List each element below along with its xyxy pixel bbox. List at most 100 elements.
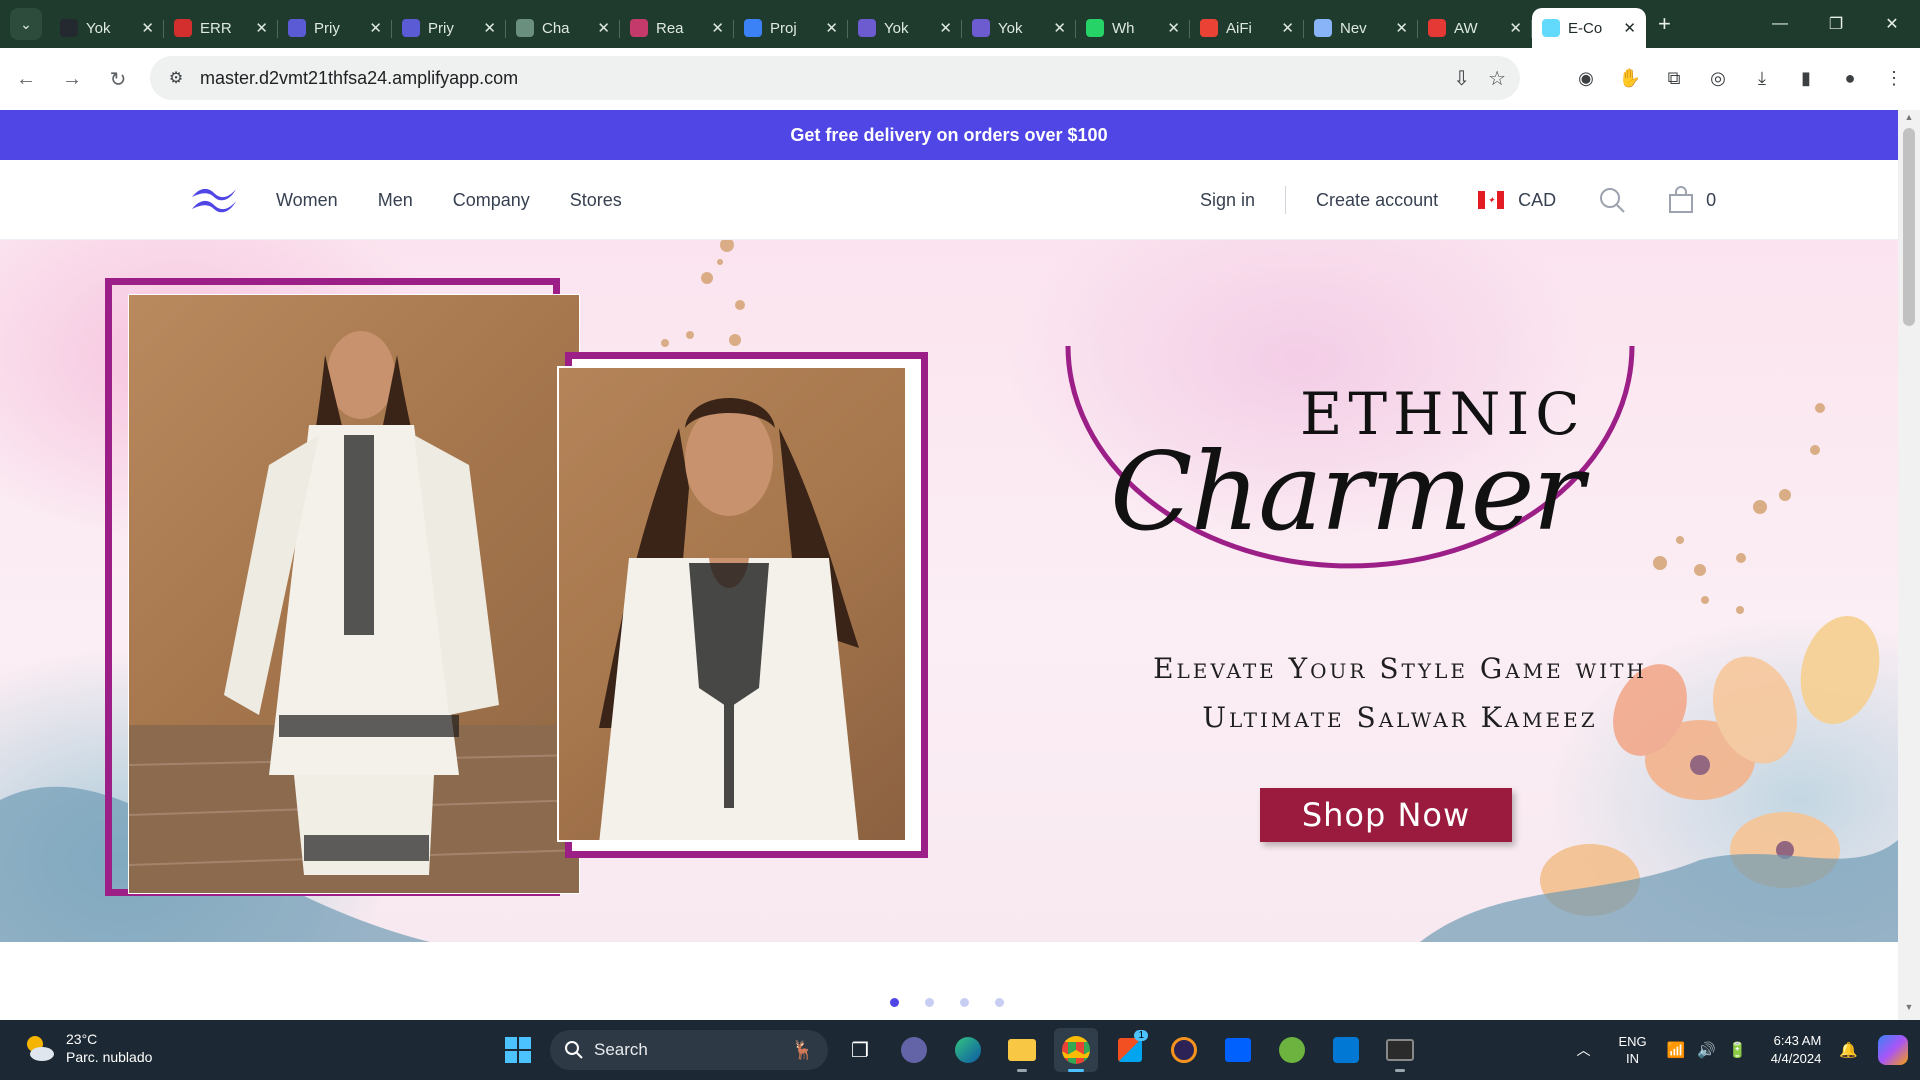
browser-tab[interactable]: Priy ✕ bbox=[392, 8, 506, 48]
taskbar-apps: Search 🦌 ❐ 1 bbox=[496, 1028, 1422, 1072]
input-language[interactable]: ENG IN bbox=[1618, 1033, 1646, 1067]
scrollbar-thumb[interactable] bbox=[1903, 128, 1915, 326]
close-tab-icon[interactable]: ✕ bbox=[141, 19, 154, 37]
clock[interactable]: 6:43 AM 4/4/2024 bbox=[1771, 1032, 1822, 1068]
reload-button[interactable]: ↻ bbox=[98, 59, 138, 99]
search-icon[interactable] bbox=[1598, 186, 1626, 214]
carousel-dot[interactable] bbox=[890, 998, 899, 1007]
back-button[interactable]: ← bbox=[6, 59, 46, 99]
tagline-line-2: Ultimate Salwar Kameez bbox=[1202, 701, 1598, 734]
eclipse-app-button[interactable] bbox=[1162, 1028, 1206, 1072]
side-panel-icon[interactable]: ▮ bbox=[1790, 58, 1822, 98]
close-tab-icon[interactable]: ✕ bbox=[939, 19, 952, 37]
currency-selector[interactable]: ✦ CAD bbox=[1478, 190, 1556, 211]
create-account-link[interactable]: Create account bbox=[1316, 190, 1438, 211]
start-button[interactable] bbox=[496, 1028, 540, 1072]
browser-tab[interactable]: Proj ✕ bbox=[734, 8, 848, 48]
close-tab-icon[interactable]: ✕ bbox=[369, 19, 382, 37]
page-scrollbar[interactable]: ▲ ▼ bbox=[1898, 110, 1920, 1020]
terminal-app-button[interactable] bbox=[1378, 1028, 1422, 1072]
sign-in-link[interactable]: Sign in bbox=[1200, 190, 1255, 211]
site-logo-icon[interactable] bbox=[190, 185, 238, 215]
chrome-app-button[interactable] bbox=[1054, 1028, 1098, 1072]
close-tab-icon[interactable]: ✕ bbox=[1395, 19, 1408, 37]
close-tab-icon[interactable]: ✕ bbox=[1281, 19, 1294, 37]
extensions-puzzle-icon[interactable]: ⧉ bbox=[1658, 58, 1690, 98]
nav-link-women[interactable]: Women bbox=[276, 190, 338, 211]
carousel-dot[interactable] bbox=[925, 998, 934, 1007]
close-tab-icon[interactable]: ✕ bbox=[1167, 19, 1180, 37]
close-tab-icon[interactable]: ✕ bbox=[1509, 19, 1522, 37]
new-tab-button[interactable]: + bbox=[1658, 11, 1671, 37]
restore-button[interactable]: ❐ bbox=[1808, 0, 1864, 48]
app-icon bbox=[858, 19, 876, 37]
browser-tab[interactable]: Priy ✕ bbox=[278, 8, 392, 48]
close-tab-icon[interactable]: ✕ bbox=[255, 19, 268, 37]
browser-tab[interactable]: Yok ✕ bbox=[50, 8, 164, 48]
nav-link-company[interactable]: Company bbox=[453, 190, 530, 211]
show-hidden-icons-button[interactable]: ︿ bbox=[1568, 1040, 1598, 1060]
spring-tools-button[interactable] bbox=[1270, 1028, 1314, 1072]
notification-bell-icon[interactable]: 🔔 bbox=[1839, 1041, 1858, 1059]
taskbar-search-box[interactable]: Search 🦌 bbox=[550, 1030, 828, 1070]
ms-store-button[interactable]: 1 bbox=[1108, 1028, 1152, 1072]
chrome-menu-icon[interactable]: ⋮ bbox=[1878, 58, 1910, 98]
close-window-button[interactable]: ✕ bbox=[1864, 0, 1920, 48]
close-tab-icon[interactable]: ✕ bbox=[597, 19, 610, 37]
browser-tab[interactable]: AiFi ✕ bbox=[1190, 8, 1304, 48]
screenshot-extension-icon[interactable]: ◉ bbox=[1570, 58, 1602, 98]
react-icon bbox=[630, 19, 648, 37]
url-text[interactable]: master.d2vmt21thfsa24.amplifyapp.com bbox=[200, 68, 518, 89]
scroll-up-arrow-icon[interactable]: ▲ bbox=[1898, 112, 1920, 128]
minimize-button[interactable]: — bbox=[1752, 0, 1808, 48]
site-info-icon[interactable]: ⚙ bbox=[160, 62, 192, 94]
scroll-down-arrow-icon[interactable]: ▼ bbox=[1898, 1002, 1920, 1018]
browser-tab[interactable]: Wh ✕ bbox=[1076, 8, 1190, 48]
search-highlight-deer-icon: 🦌 bbox=[791, 1039, 814, 1060]
meet-app-button[interactable] bbox=[892, 1028, 936, 1072]
performance-icon[interactable]: ◎ bbox=[1702, 58, 1734, 98]
nav-link-stores[interactable]: Stores bbox=[570, 190, 622, 211]
partly-cloudy-icon bbox=[27, 1036, 54, 1061]
browser-tab[interactable]: ERR ✕ bbox=[164, 8, 278, 48]
volume-icon: 🔊 bbox=[1697, 1042, 1717, 1059]
shop-now-button[interactable]: Shop Now bbox=[1260, 788, 1512, 842]
cart-button[interactable]: 0 bbox=[1668, 186, 1716, 214]
carousel-dot[interactable] bbox=[960, 998, 969, 1007]
dropbox-app-button[interactable] bbox=[1216, 1028, 1260, 1072]
browser-tab[interactable]: Rea ✕ bbox=[620, 8, 734, 48]
browser-tab[interactable]: Nev ✕ bbox=[1304, 8, 1418, 48]
browser-tab[interactable]: Yok ✕ bbox=[848, 8, 962, 48]
forward-button[interactable]: → bbox=[52, 59, 92, 99]
bookmark-star-icon[interactable]: ☆ bbox=[1488, 66, 1506, 91]
hero-banner: ETHNIC Charmer Elevate Your Style Game w… bbox=[0, 240, 1898, 942]
close-tab-icon[interactable]: ✕ bbox=[483, 19, 496, 37]
system-tray: ︿ ENG IN 📶 🔊 🔋 6:43 AM 4/4/2024 🔔 bbox=[1568, 1020, 1920, 1080]
taskbar-search-icon bbox=[565, 1041, 583, 1059]
downloads-icon[interactable]: ⤓ bbox=[1746, 58, 1778, 98]
file-explorer-button[interactable] bbox=[1000, 1028, 1044, 1072]
close-tab-icon[interactable]: ✕ bbox=[1623, 19, 1636, 37]
carousel-dot[interactable] bbox=[995, 998, 1004, 1007]
close-tab-icon[interactable]: ✕ bbox=[1053, 19, 1066, 37]
browser-tab[interactable]: Yok ✕ bbox=[962, 8, 1076, 48]
browser-tab[interactable]: AW ✕ bbox=[1418, 8, 1532, 48]
hand-extension-icon[interactable]: ✋ bbox=[1614, 58, 1646, 98]
profile-avatar[interactable]: ● bbox=[1834, 58, 1866, 98]
install-app-icon[interactable]: ⇩ bbox=[1453, 66, 1470, 91]
close-tab-icon[interactable]: ✕ bbox=[825, 19, 838, 37]
vscode-app-button[interactable] bbox=[1324, 1028, 1368, 1072]
task-view-button[interactable]: ❐ bbox=[838, 1028, 882, 1072]
browser-tab[interactable]: E-Co ✕ bbox=[1532, 8, 1646, 48]
browser-tab[interactable]: Cha ✕ bbox=[506, 8, 620, 48]
tab-search-button[interactable]: ⌄ bbox=[10, 8, 42, 40]
edge-app-button[interactable] bbox=[946, 1028, 990, 1072]
close-tab-icon[interactable]: ✕ bbox=[711, 19, 724, 37]
weather-widget[interactable]: 23°C Parc. nublado bbox=[22, 1030, 152, 1066]
nav-link-men[interactable]: Men bbox=[378, 190, 413, 211]
model-photo-portrait bbox=[557, 366, 907, 842]
copilot-icon[interactable] bbox=[1878, 1035, 1908, 1065]
address-bar[interactable]: ⚙ master.d2vmt21thfsa24.amplifyapp.com ⇩… bbox=[150, 56, 1520, 100]
tab-title: Yok bbox=[998, 19, 1023, 37]
quick-settings[interactable]: 📶 🔊 🔋 bbox=[1667, 1041, 1747, 1059]
